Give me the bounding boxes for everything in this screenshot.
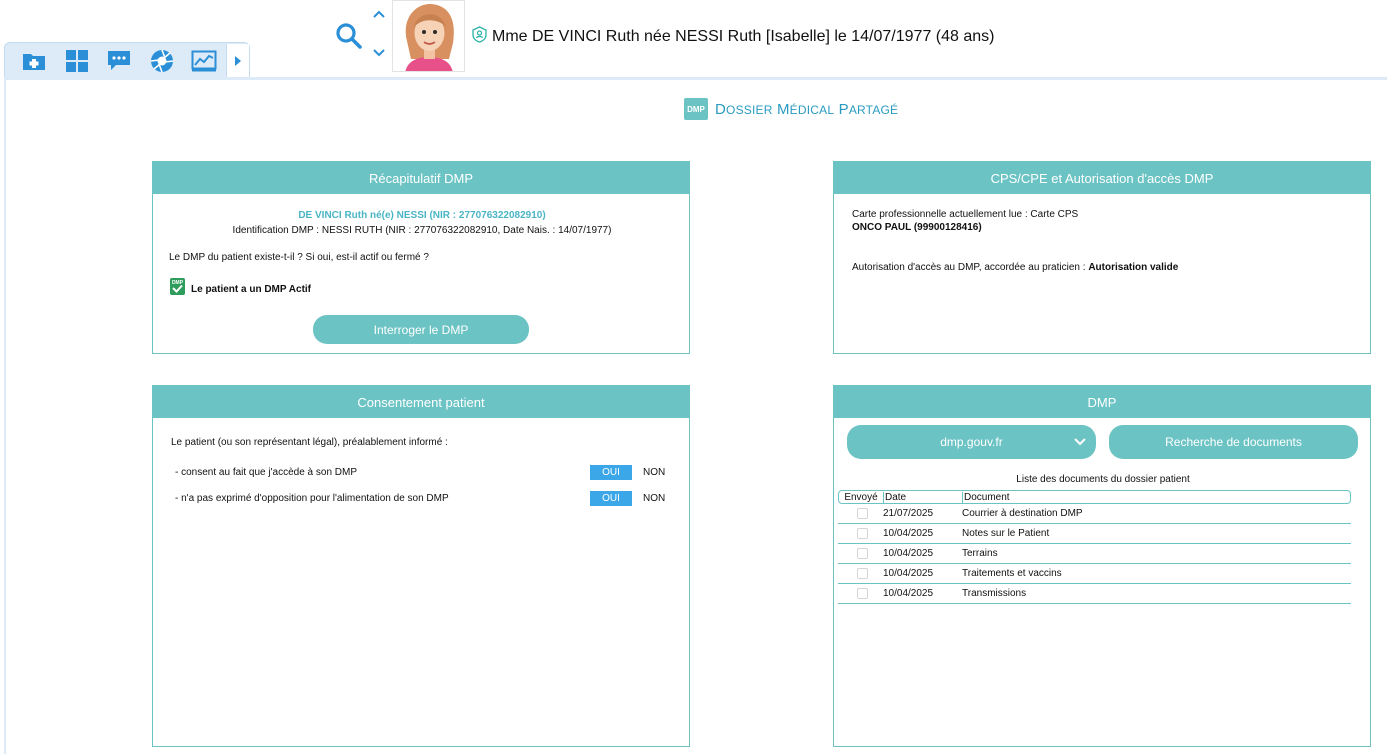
consent-access-yes[interactable]: OUI xyxy=(590,465,632,480)
table-row[interactable]: 10/04/2025 Terrains xyxy=(838,544,1351,564)
column-document[interactable]: Document xyxy=(962,491,1350,503)
sent-checkbox[interactable] xyxy=(856,528,868,539)
recap-identification: Identification DMP : NESSI RUTH (NIR : 2… xyxy=(232,225,612,236)
date-cell: 10/04/2025 xyxy=(883,548,934,559)
dmp-check-icon: DMP xyxy=(170,278,185,295)
dmp-status: Le patient a un DMP Actif xyxy=(191,284,312,295)
chevron-down-icon xyxy=(1074,435,1086,449)
authorization-value: Autorisation valide xyxy=(1088,262,1179,273)
document-cell: Transmissions xyxy=(962,588,1027,599)
dmp-heading: DMP xyxy=(834,386,1370,418)
consent-feed-no[interactable]: NON xyxy=(643,493,665,504)
documents-table: Envoyé Date Document 21/07/2025 Courrier… xyxy=(838,490,1351,604)
date-cell: 10/04/2025 xyxy=(883,568,934,579)
column-sent[interactable]: Envoyé xyxy=(839,492,883,503)
svg-text:DMP: DMP xyxy=(172,280,184,286)
consent-heading: Consentement patient xyxy=(153,386,689,418)
document-cell: Traitements et vaccins xyxy=(962,568,1062,579)
sent-checkbox[interactable] xyxy=(856,588,868,599)
consent-panel: Consentement patient Le patient (ou son … xyxy=(152,385,690,747)
document-cell: Notes sur le Patient xyxy=(962,528,1050,539)
patient-identity: Mme DE VINCI Ruth née NESSI Ruth [Isabel… xyxy=(492,28,995,45)
chart-icon[interactable] xyxy=(183,44,226,78)
dmp-server-value: dmp.gouv.fr xyxy=(940,435,1003,449)
date-cell: 10/04/2025 xyxy=(883,588,934,599)
sent-cell xyxy=(838,548,882,559)
dmp-server-select[interactable]: dmp.gouv.fr xyxy=(847,425,1096,459)
grid-icon[interactable] xyxy=(56,44,99,78)
sent-cell xyxy=(838,568,882,579)
consent-intro: Le patient (ou son représentant légal), … xyxy=(171,437,448,448)
recap-question: Le DMP du patient existe-t-il ? Si oui, … xyxy=(169,252,429,263)
table-header: Envoyé Date Document xyxy=(838,490,1351,504)
chevron-up-icon[interactable] xyxy=(371,6,387,22)
column-date[interactable]: Date xyxy=(883,491,962,503)
card-holder: ONCO PAUL (99900128416) xyxy=(852,222,982,233)
search-icon[interactable] xyxy=(333,20,365,52)
card-read-label: Carte professionnelle actuellement lue :… xyxy=(852,209,1079,220)
folder-plus-icon[interactable] xyxy=(13,44,56,78)
table-row[interactable]: 10/04/2025 Notes sur le Patient xyxy=(838,524,1351,544)
recap-panel: Récapitulatif DMP DE VINCI Ruth né(e) NE… xyxy=(152,161,690,354)
module-toolbar xyxy=(4,42,250,78)
consent-feed-label: - n'a pas exprimé d'opposition pour l'al… xyxy=(175,493,449,504)
sent-checkbox[interactable] xyxy=(856,508,868,519)
consent-access-no[interactable]: NON xyxy=(643,467,665,478)
cps-panel: CPS/CPE et Autorisation d'accès DMP Cart… xyxy=(833,161,1371,354)
chevron-down-icon[interactable] xyxy=(371,45,387,61)
consent-feed-yes[interactable]: OUI xyxy=(590,491,632,506)
date-cell: 21/07/2025 xyxy=(883,508,934,519)
table-row[interactable]: 21/07/2025 Courrier à destination DMP xyxy=(838,504,1351,524)
document-cell: Courrier à destination DMP xyxy=(962,508,1083,519)
sent-cell xyxy=(838,508,882,519)
search-documents-button[interactable]: Recherche de documents xyxy=(1109,425,1358,459)
documents-caption: Liste des documents du dossier patient xyxy=(1016,474,1190,485)
sent-cell xyxy=(838,588,882,599)
authorization-line: Autorisation d'accès au DMP, accordée au… xyxy=(852,262,1178,273)
patient-badge-icon xyxy=(472,26,487,43)
authorization-label: Autorisation d'accès au DMP, accordée au… xyxy=(852,262,1089,273)
table-row[interactable]: 10/04/2025 Traitements et vaccins xyxy=(838,564,1351,584)
aperture-icon[interactable] xyxy=(141,44,184,78)
table-row[interactable]: 10/04/2025 Transmissions xyxy=(838,584,1351,604)
top-bar: Mme DE VINCI Ruth née NESSI Ruth [Isabel… xyxy=(0,0,1387,78)
chat-icon[interactable] xyxy=(98,44,141,78)
chevron-right-icon[interactable] xyxy=(225,43,249,78)
document-cell: Terrains xyxy=(962,548,998,559)
page-title-text: DOSSIER MÉDICAL PARTAGÉ xyxy=(715,100,899,118)
sent-checkbox[interactable] xyxy=(856,548,868,559)
sent-checkbox[interactable] xyxy=(856,568,868,579)
patient-avatar[interactable] xyxy=(392,0,465,72)
cps-heading: CPS/CPE et Autorisation d'accès DMP xyxy=(834,162,1370,194)
consent-access-label: - consent au fait que j'accède à son DMP xyxy=(175,467,358,478)
dmp-logo: DMP xyxy=(684,98,708,120)
sent-cell xyxy=(838,528,882,539)
date-cell: 10/04/2025 xyxy=(883,528,934,539)
recap-patient: DE VINCI Ruth né(e) NESSI (NIR : 2770763… xyxy=(298,210,546,221)
dmp-panel: DMP dmp.gouv.fr Recherche de documents L… xyxy=(833,385,1371,747)
recap-heading: Récapitulatif DMP xyxy=(153,162,689,194)
page-title: DMP DOSSIER MÉDICAL PARTAGÉ xyxy=(684,98,898,120)
query-dmp-button[interactable]: Interroger le DMP xyxy=(313,315,529,344)
